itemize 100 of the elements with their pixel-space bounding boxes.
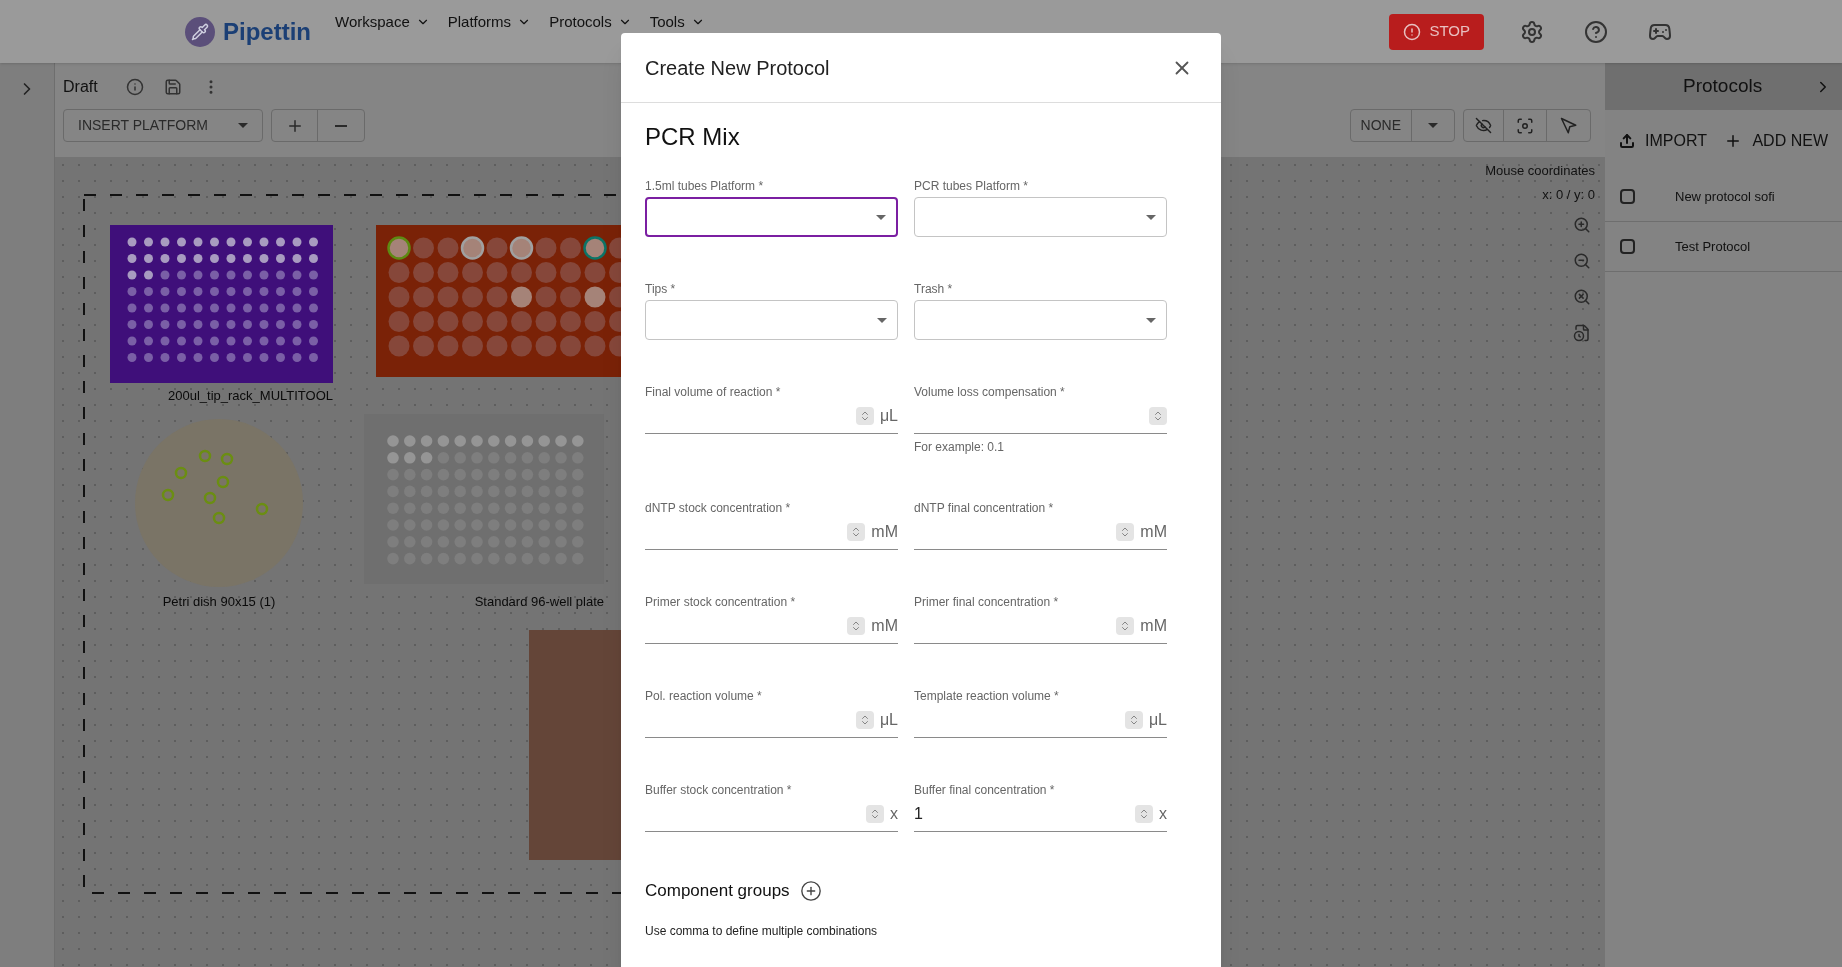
app-logo[interactable]: Pipettin: [223, 13, 311, 50]
stepper-button[interactable]: [866, 805, 884, 823]
help-icon[interactable]: [1584, 19, 1608, 44]
field-label: Primer final concentration *: [914, 595, 1060, 609]
restore-icon[interactable]: [1573, 324, 1591, 342]
mouse-coordinates-value: x: 0 / y: 0: [1542, 185, 1595, 204]
stepper-button[interactable]: [1149, 407, 1167, 425]
unit-label: μL: [879, 406, 898, 426]
select-field[interactable]: [914, 197, 1167, 237]
stop-button[interactable]: STOP: [1389, 13, 1484, 50]
arrow-icon: [1559, 116, 1578, 135]
add-group-icon[interactable]: [799, 879, 822, 902]
alert-icon: [1403, 22, 1422, 41]
field-label: Buffer final concentration *: [914, 783, 1056, 797]
field-label: Volume loss compensation *: [914, 385, 1066, 399]
pipette-logo-icon: [185, 16, 215, 47]
stepper-button[interactable]: [847, 617, 866, 635]
field-value: 1: [914, 804, 924, 824]
number-field[interactable]: μL: [914, 703, 1167, 738]
field-label: dNTP final concentration *: [914, 501, 1055, 515]
nav-menu[interactable]: Workspace: [335, 14, 430, 30]
section-heading: PCR Mix: [645, 122, 741, 152]
field-label: Trash *: [914, 282, 954, 296]
number-field[interactable]: mM: [914, 609, 1167, 644]
field-label: dNTP stock concentration *: [645, 501, 792, 515]
import-button[interactable]: IMPORT: [1619, 129, 1707, 153]
caret-icon: [1146, 317, 1156, 323]
number-field[interactable]: mM: [645, 609, 898, 644]
unit-label: x: [890, 804, 898, 824]
unit-label: μL: [879, 710, 898, 730]
number-field[interactable]: mM: [914, 515, 1167, 550]
number-field[interactable]: x: [645, 797, 898, 832]
tip-rack[interactable]: [110, 225, 333, 383]
caret-icon: [1428, 123, 1438, 128]
select-field[interactable]: [645, 300, 898, 340]
component-groups-heading: Component groups: [645, 880, 790, 902]
view-mode-select[interactable]: NONE: [1350, 110, 1412, 141]
protocol-name: Test Protocol: [1675, 237, 1751, 256]
focus-icon: [1516, 116, 1534, 135]
mouse-coordinates-label: Mouse coordinates: [1485, 162, 1595, 180]
unit-label: mM: [871, 616, 898, 636]
number-field[interactable]: mM: [645, 515, 898, 550]
workspace-title: Draft: [63, 77, 98, 97]
panel-title: Protocols: [1683, 74, 1763, 99]
zoom-reset-icon[interactable]: [1573, 288, 1591, 306]
info-icon[interactable]: [125, 78, 144, 96]
unit-label: x: [1159, 804, 1167, 824]
field-label: Tips *: [645, 282, 677, 296]
field-label: Buffer stock concentration *: [645, 783, 793, 797]
unit-label: μL: [1148, 710, 1167, 730]
number-field[interactable]: μL: [645, 399, 898, 434]
checkbox[interactable]: [1620, 189, 1635, 204]
nav-menu[interactable]: Tools: [649, 14, 705, 30]
stepper-button[interactable]: [1116, 617, 1135, 635]
platform-label: Standard 96-well plate: [473, 593, 604, 611]
field-label: Primer stock concentration *: [645, 595, 797, 609]
stepper-button[interactable]: [1124, 711, 1143, 729]
eye-off-icon: [1475, 117, 1492, 134]
protocol-name: New protocol sofi: [1675, 187, 1775, 206]
zoom-out-icon[interactable]: [1573, 252, 1591, 270]
stepper-button[interactable]: [855, 711, 874, 729]
caret-icon: [877, 317, 887, 323]
stepper-button[interactable]: [1116, 523, 1135, 541]
select-field[interactable]: [645, 197, 898, 237]
caret-icon: [238, 123, 248, 128]
checkbox[interactable]: [1620, 239, 1635, 254]
field-label: PCR tubes Platform *: [914, 179, 1030, 193]
protocol-item[interactable]: Test Protocol: [1605, 222, 1842, 272]
nav-menu[interactable]: Protocols: [549, 14, 632, 30]
save-icon[interactable]: [163, 78, 182, 96]
helper-text: For example: 0.1: [914, 439, 1006, 456]
unit-label: mM: [1140, 616, 1167, 636]
field-label: Pol. reaction volume *: [645, 689, 763, 703]
number-field[interactable]: 1 x: [914, 797, 1167, 832]
stepper-button[interactable]: [855, 407, 874, 425]
field-label: Final volume of reaction *: [645, 385, 782, 399]
minus-icon: [335, 124, 347, 127]
component-groups-hint: Use comma to define multiple combinations: [645, 922, 879, 940]
platform-label: Petri dish 90x15 (1): [161, 593, 277, 611]
chevrons-icon: [869, 808, 881, 820]
dialog-title: Create New Protocol: [645, 55, 830, 81]
chevrons-icon: [1152, 410, 1164, 422]
platform-label: 200ul_tip_rack_MULTITOOL: [167, 387, 333, 405]
unit-label: mM: [871, 522, 898, 542]
caret-icon: [876, 214, 886, 220]
unit-label: mM: [1140, 522, 1167, 542]
upload-icon: [1619, 133, 1635, 149]
protocol-item[interactable]: New protocol sofi: [1605, 172, 1842, 222]
add-new-button[interactable]: ADD NEW: [1724, 129, 1828, 153]
number-field[interactable]: μL: [645, 703, 898, 738]
stepper-button[interactable]: [1135, 805, 1153, 823]
chevrons-icon: [1138, 808, 1150, 820]
insert-platform-select[interactable]: INSERT PLATFORM: [63, 109, 263, 142]
select-field[interactable]: [914, 300, 1167, 340]
settings-icon[interactable]: [1520, 19, 1544, 44]
zoom-in-icon[interactable]: [1573, 216, 1591, 234]
caret-icon: [1146, 214, 1156, 220]
nav-menu[interactable]: Platforms: [447, 14, 532, 30]
field-label: 1.5ml tubes Platform *: [645, 179, 765, 193]
stepper-button[interactable]: [847, 523, 866, 541]
